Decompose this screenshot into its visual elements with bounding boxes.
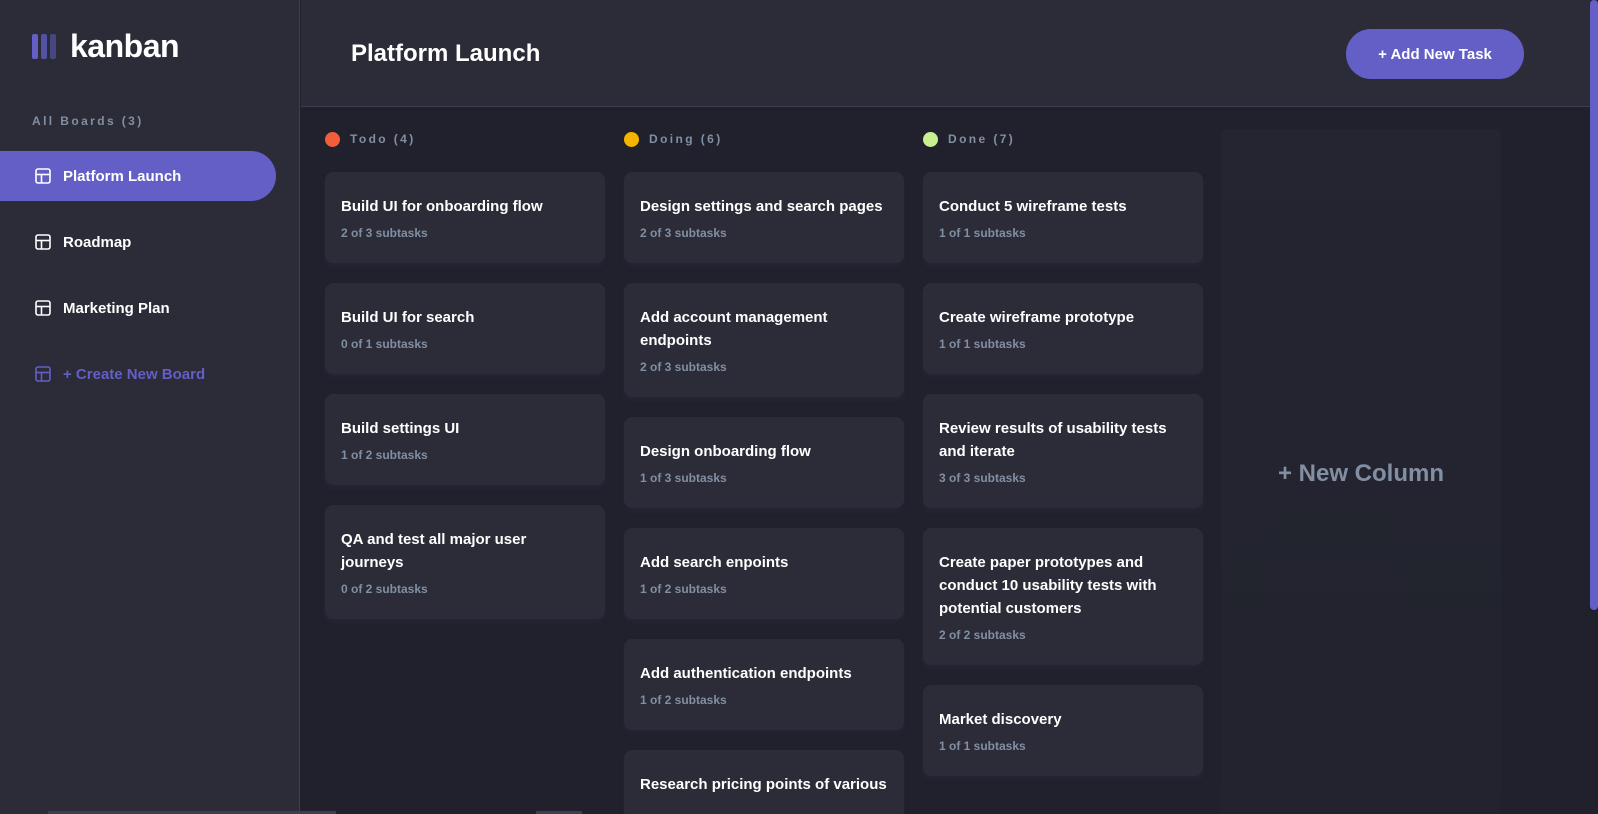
card-list: Build UI for onboarding flow 2 of 3 subt…	[325, 172, 605, 619]
task-subtasks: 1 of 2 subtasks	[640, 693, 727, 707]
sidebar-item-roadmap[interactable]: Roadmap	[0, 217, 276, 267]
sidebar-item-label: Roadmap	[63, 233, 132, 251]
board: Todo (4) Build UI for onboarding flow 2 …	[301, 108, 1598, 814]
task-title: Design settings and search pages	[640, 198, 883, 215]
task-subtasks: 2 of 3 subtasks	[341, 226, 428, 240]
add-new-task-button[interactable]: + Add New Task	[1346, 29, 1524, 79]
card-list: Design settings and search pages 2 of 3 …	[624, 172, 904, 814]
sidebar: kanban All Boards (3) Platform Launch Ro…	[0, 0, 300, 814]
task-card[interactable]: Create wireframe prototype 1 of 1 subtas…	[923, 283, 1203, 374]
task-card[interactable]: Add search enpoints 1 of 2 subtasks	[624, 528, 904, 619]
task-subtasks: 0 of 2 subtasks	[341, 582, 428, 596]
sidebar-item-platform-launch[interactable]: Platform Launch	[0, 151, 276, 201]
task-card[interactable]: Design settings and search pages 2 of 3 …	[624, 172, 904, 263]
task-subtasks: 1 of 2 subtasks	[640, 582, 727, 596]
kanban-logo-icon	[32, 33, 56, 59]
task-subtasks: 2 of 3 subtasks	[640, 226, 727, 240]
task-subtasks: 0 of 1 subtasks	[341, 337, 428, 351]
board-icon	[35, 366, 51, 382]
create-new-board-button[interactable]: + Create New Board	[0, 349, 276, 399]
task-title: Build UI for search	[341, 309, 475, 326]
task-subtasks: 1 of 1 subtasks	[939, 337, 1026, 351]
sidebar-item-marketing-plan[interactable]: Marketing Plan	[0, 283, 276, 333]
column-todo: Todo (4) Build UI for onboarding flow 2 …	[301, 108, 605, 639]
task-card[interactable]: Market discovery 1 of 1 subtasks	[923, 685, 1203, 776]
task-title: QA and test all major user journeys	[341, 531, 527, 571]
vertical-scrollbar[interactable]	[1590, 0, 1598, 814]
app-root: kanban All Boards (3) Platform Launch Ro…	[0, 0, 1598, 814]
task-title: Add authentication endpoints	[640, 665, 852, 682]
task-title: Create wireframe prototype	[939, 309, 1135, 326]
task-card[interactable]: Add authentication endpoints 1 of 2 subt…	[624, 639, 904, 730]
column-done: Done (7) Conduct 5 wireframe tests 1 of …	[899, 108, 1203, 796]
board-list: Platform Launch Roadmap Marketing Plan +…	[0, 151, 276, 415]
task-title: Build UI for onboarding flow	[341, 198, 543, 215]
task-subtasks: 3 of 3 subtasks	[939, 471, 1026, 485]
create-new-board-label: + Create New Board	[63, 365, 206, 383]
task-card[interactable]: Add account management endpoints 2 of 3 …	[624, 283, 904, 397]
task-card[interactable]: Create paper prototypes and conduct 10 u…	[923, 528, 1203, 665]
task-card[interactable]: Build settings UI 1 of 2 subtasks	[325, 394, 605, 485]
task-card[interactable]: QA and test all major user journeys 0 of…	[325, 505, 605, 619]
task-card[interactable]: Research pricing points of various	[624, 750, 904, 814]
card-list: Conduct 5 wireframe tests 1 of 1 subtask…	[923, 172, 1203, 776]
page-title: Platform Launch	[351, 40, 541, 67]
board-icon	[35, 234, 51, 250]
board-icon	[35, 168, 51, 184]
status-dot-icon	[624, 131, 639, 147]
column-header: Doing (6)	[624, 129, 880, 149]
scrollbar-thumb[interactable]	[1590, 0, 1598, 610]
task-card[interactable]: Build UI for onboarding flow 2 of 3 subt…	[325, 172, 605, 263]
task-subtasks: 2 of 2 subtasks	[939, 628, 1026, 642]
column-doing: Doing (6) Design settings and search pag…	[600, 108, 904, 814]
task-card[interactable]: Conduct 5 wireframe tests 1 of 1 subtask…	[923, 172, 1203, 263]
all-boards-heading: All Boards (3)	[32, 114, 144, 128]
task-subtasks: 1 of 1 subtasks	[939, 226, 1026, 240]
sidebar-item-label: Platform Launch	[63, 167, 182, 185]
column-title: Done (7)	[948, 132, 1016, 146]
column-header: Done (7)	[923, 129, 1179, 149]
task-card[interactable]: Review results of usability tests and it…	[923, 394, 1203, 508]
status-dot-icon	[923, 131, 938, 147]
sidebar-item-label: Marketing Plan	[63, 299, 170, 317]
task-subtasks: 1 of 1 subtasks	[939, 739, 1026, 753]
task-title: Market discovery	[939, 711, 1062, 728]
task-card[interactable]: Build UI for search 0 of 1 subtasks	[325, 283, 605, 374]
task-title: Conduct 5 wireframe tests	[939, 198, 1127, 215]
logo-text: kanban	[70, 28, 180, 64]
task-title: Research pricing points of various	[640, 776, 887, 793]
column-title: Doing (6)	[649, 132, 723, 146]
column-header: Todo (4)	[325, 129, 581, 149]
task-title: Design onboarding flow	[640, 443, 811, 460]
task-subtasks: 2 of 3 subtasks	[640, 360, 727, 374]
task-title: Add search enpoints	[640, 554, 789, 571]
task-title: Create paper prototypes and conduct 10 u…	[939, 554, 1157, 617]
logo: kanban	[32, 28, 180, 64]
task-title: Build settings UI	[341, 420, 460, 437]
board-icon	[35, 300, 51, 316]
column-title: Todo (4)	[350, 132, 416, 146]
task-card[interactable]: Design onboarding flow 1 of 3 subtasks	[624, 417, 904, 508]
header: Platform Launch + Add New Task	[301, 0, 1598, 107]
task-subtasks: 1 of 3 subtasks	[640, 471, 727, 485]
task-subtasks: 1 of 2 subtasks	[341, 448, 428, 462]
task-title: Add account management endpoints	[640, 309, 828, 349]
new-column-button[interactable]: + New Column	[1221, 129, 1501, 814]
task-title: Review results of usability tests and it…	[939, 420, 1167, 460]
status-dot-icon	[325, 131, 340, 147]
